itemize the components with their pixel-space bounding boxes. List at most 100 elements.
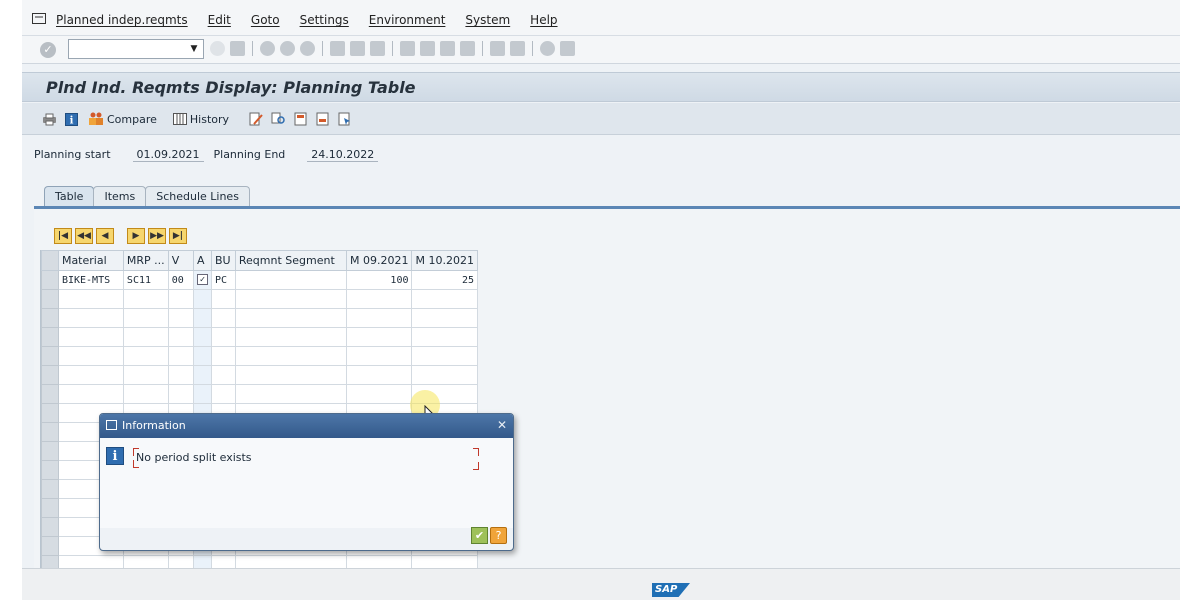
table-cell[interactable] (411, 289, 478, 309)
col-mrp-area[interactable]: MRP ... (122, 250, 169, 271)
cell-base-unit[interactable]: PC (211, 270, 236, 290)
table-cell[interactable] (193, 289, 213, 309)
table-cell[interactable] (167, 289, 195, 309)
table-cell[interactable] (193, 384, 213, 404)
menu-system[interactable]: System (465, 13, 510, 27)
document-icon[interactable] (338, 112, 352, 126)
table-cell[interactable] (167, 327, 195, 347)
col-version[interactable]: V (167, 250, 195, 271)
table-cell[interactable] (167, 308, 195, 328)
shortcut-icon[interactable] (510, 41, 525, 56)
first-page-icon[interactable] (400, 41, 415, 56)
row-selector[interactable] (41, 346, 59, 366)
menu-settings[interactable]: Settings (300, 13, 349, 27)
col-base-unit[interactable]: BU (211, 250, 236, 271)
last-page-icon[interactable] (460, 41, 475, 56)
table-cell[interactable] (57, 346, 124, 366)
cell-version[interactable]: 00 (167, 270, 195, 290)
print-icon[interactable] (330, 41, 345, 56)
row-selector[interactable] (41, 460, 59, 480)
collapse-icon[interactable] (316, 112, 330, 126)
compare-button[interactable]: Compare (86, 111, 159, 127)
col-m-10-2021[interactable]: M 10.2021 (411, 250, 478, 271)
cancel-icon[interactable] (300, 41, 315, 56)
table-cell[interactable] (345, 308, 413, 328)
table-row[interactable] (41, 365, 478, 385)
previous-page-column-icon[interactable]: ◀◀ (75, 228, 93, 244)
row-selector[interactable] (41, 384, 59, 404)
tab-schedule-lines[interactable]: Schedule Lines (145, 186, 250, 207)
next-page-icon[interactable] (440, 41, 455, 56)
last-column-icon[interactable]: ▶| (169, 228, 187, 244)
back-icon[interactable] (210, 41, 225, 56)
command-field[interactable] (68, 39, 204, 59)
row-selector[interactable] (41, 517, 59, 537)
table-cell[interactable] (57, 327, 124, 347)
table-row[interactable] (41, 327, 478, 347)
col-material[interactable]: Material (57, 250, 124, 271)
cell-m-10-2021[interactable]: 25 (411, 270, 478, 290)
row-selector[interactable] (41, 422, 59, 442)
find-icon[interactable] (350, 41, 365, 56)
row-selector[interactable] (41, 479, 59, 499)
exit-icon[interactable] (280, 41, 295, 56)
table-cell[interactable] (411, 308, 478, 328)
customize-layout-icon[interactable] (560, 41, 575, 56)
enter-icon[interactable]: ✓ (40, 42, 56, 58)
table-cell[interactable] (345, 384, 413, 404)
col-reqmnt-segment[interactable]: Reqmnt Segment (234, 250, 348, 271)
find-next-icon[interactable] (370, 41, 385, 56)
printer-icon[interactable] (42, 113, 57, 126)
back-nav-icon[interactable] (260, 41, 275, 56)
table-cell[interactable] (167, 384, 195, 404)
table-cell[interactable] (193, 308, 213, 328)
close-icon[interactable]: ✕ (497, 418, 507, 432)
menu-planned-indep-reqmts[interactable]: Planned indep.reqmts (56, 13, 188, 27)
cell-active[interactable]: ✓ (193, 270, 213, 290)
table-cell[interactable] (193, 346, 213, 366)
table-cell[interactable] (211, 384, 236, 404)
chevron-down-icon[interactable]: ▼ (185, 40, 203, 58)
table-cell[interactable] (234, 384, 348, 404)
table-cell[interactable] (167, 346, 195, 366)
table-cell[interactable] (211, 289, 236, 309)
table-cell[interactable] (234, 327, 348, 347)
col-m-09-2021[interactable]: M 09.2021 (345, 250, 413, 271)
create-session-icon[interactable] (490, 41, 505, 56)
table-cell[interactable] (193, 327, 213, 347)
confirm-button[interactable]: ✔ (471, 527, 488, 544)
tab-items[interactable]: Items (93, 186, 147, 207)
col-active[interactable]: A (193, 250, 213, 271)
table-cell[interactable] (57, 308, 124, 328)
row-selector[interactable] (41, 441, 59, 461)
table-cell[interactable] (411, 365, 478, 385)
menu-environment[interactable]: Environment (369, 13, 446, 27)
info-icon[interactable]: i (65, 112, 78, 126)
table-cell[interactable] (193, 365, 213, 385)
table-cell[interactable] (234, 289, 348, 309)
table-row[interactable]: BIKE-MTS SC11 00 ✓ PC 100 25 (41, 270, 478, 290)
menu-icon[interactable] (32, 13, 46, 24)
active-checkbox[interactable]: ✓ (197, 274, 209, 286)
table-cell[interactable] (345, 327, 413, 347)
search-detail-icon[interactable] (271, 112, 286, 126)
table-cell[interactable] (411, 346, 478, 366)
table-cell[interactable] (57, 289, 124, 309)
row-selector-header[interactable] (41, 250, 59, 271)
table-row[interactable] (41, 346, 478, 366)
cell-mrp-area[interactable]: SC11 (122, 270, 169, 290)
tab-table[interactable]: Table (44, 186, 95, 207)
table-cell[interactable] (57, 365, 124, 385)
previous-column-icon[interactable]: ◀ (96, 228, 114, 244)
row-selector[interactable] (41, 289, 59, 309)
help-icon[interactable] (540, 41, 555, 56)
edit-icon[interactable] (249, 112, 263, 126)
expand-icon[interactable] (294, 112, 308, 126)
table-cell[interactable] (122, 365, 169, 385)
previous-page-icon[interactable] (420, 41, 435, 56)
help-button[interactable]: ? (490, 527, 507, 544)
table-cell[interactable] (234, 308, 348, 328)
next-column-icon[interactable]: ▶ (127, 228, 145, 244)
table-cell[interactable] (122, 384, 169, 404)
table-cell[interactable] (211, 365, 236, 385)
